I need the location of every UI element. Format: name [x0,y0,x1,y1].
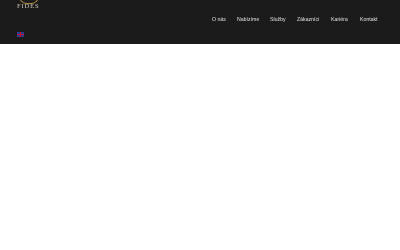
nav-item-kariera[interactable]: Kariéra [331,17,348,23]
logo-text: FIDES [17,3,40,10]
main-navigation: O nás Nabízíme Služby Zákazníci Kariéra … [0,17,400,27]
nav-item-zakaznici[interactable]: Zákazníci [297,17,319,23]
flag-cross-vertical [20,32,21,37]
fides-logo[interactable]: FIDES [16,0,42,12]
nav-item-o-nas[interactable]: O nás [212,17,226,23]
nav-item-sluzby[interactable]: Služby [270,17,286,23]
site-header: FIDES O nás Nabízíme Služby Zákazníci Ka… [0,0,400,44]
nav-item-nabizime[interactable]: Nabízíme [237,17,259,23]
uk-flag-icon[interactable] [17,32,24,37]
page-content [0,44,400,250]
nav-item-kontakt[interactable]: Kontakt [360,17,378,23]
